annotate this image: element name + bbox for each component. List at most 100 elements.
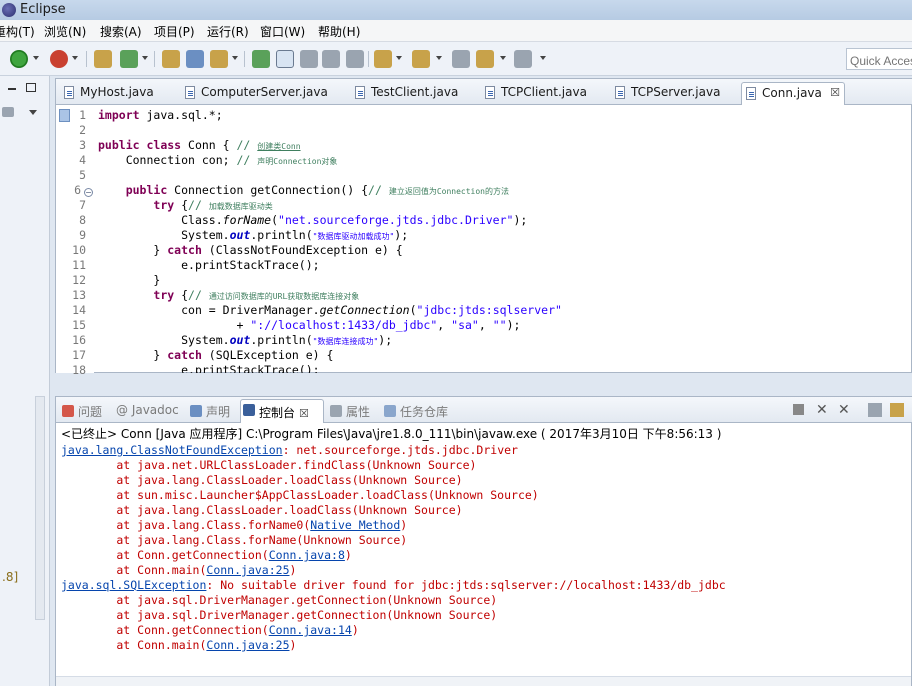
menu-window[interactable]: 窗口(W) — [260, 23, 305, 40]
line-number: 7 — [79, 198, 86, 212]
show-whitespace-icon[interactable] — [322, 50, 340, 68]
last-edit-icon[interactable] — [452, 50, 470, 68]
menu-navigate[interactable]: 浏览(N) — [44, 23, 86, 40]
new-dropdown-icon[interactable] — [142, 56, 148, 60]
remove-all-launches-icon[interactable]: ✕ — [838, 403, 852, 417]
close-icon[interactable]: ☒ — [830, 86, 840, 99]
source-link[interactable]: Conn.java:25 — [206, 563, 289, 577]
source-link[interactable]: Conn.java:8 — [269, 548, 345, 562]
search-dropdown-icon[interactable] — [232, 56, 238, 60]
maximize-icon[interactable] — [26, 83, 36, 92]
clear-console-icon[interactable] — [868, 403, 882, 417]
left-partial-text: .8] — [2, 570, 19, 584]
console-line: at java.lang.Class.forName0(Native Metho… — [61, 518, 408, 532]
new-class-icon[interactable] — [120, 50, 138, 68]
code-area[interactable]: import java.sql.*; public class Conn { /… — [94, 106, 912, 373]
menu-refactor[interactable]: 重构(T) — [0, 23, 35, 40]
line-number: 14 — [72, 303, 86, 317]
title-bar: Eclipse — [0, 0, 912, 20]
main-toolbar — [0, 42, 912, 76]
menu-project[interactable]: 项目(P) — [154, 23, 195, 40]
tab-myhost[interactable]: MyHost.java — [60, 82, 154, 105]
run-dropdown-icon[interactable] — [33, 56, 39, 60]
menu-help[interactable]: 帮助(H) — [318, 23, 360, 40]
console-line: at java.lang.ClassLoader.loadClass(Unkno… — [61, 473, 463, 487]
block-selection-icon[interactable] — [300, 50, 318, 68]
run-icon[interactable] — [10, 50, 28, 68]
exception-link[interactable]: java.lang.ClassNotFoundException — [61, 443, 283, 457]
terminate-icon[interactable] — [793, 404, 804, 415]
remove-launch-icon[interactable]: ✕ — [816, 403, 830, 417]
line-number: 8 — [79, 213, 86, 227]
declaration-icon — [190, 405, 202, 417]
line-number: 9 — [79, 228, 86, 242]
source-link[interactable]: Conn.java:25 — [206, 638, 289, 652]
tab-tcpclient[interactable]: TCPClient.java — [481, 82, 587, 105]
scroll-lock-icon[interactable] — [890, 403, 904, 417]
tab-properties[interactable]: 属性 — [328, 401, 370, 423]
minimize-icon[interactable] — [8, 88, 16, 90]
new-package-icon[interactable] — [94, 50, 112, 68]
java-file-icon — [615, 86, 625, 99]
fold-toggle-icon[interactable]: − — [84, 188, 93, 197]
mark-occurrences-icon[interactable] — [276, 50, 294, 68]
tab-conn[interactable]: Conn.java ☒ — [741, 82, 845, 105]
tab-declaration[interactable]: 声明 — [188, 401, 230, 423]
quick-access-input[interactable] — [846, 48, 912, 70]
previous-annotation-dropdown-icon[interactable] — [436, 56, 442, 60]
code-line-9: System.out.println("数据库驱动加载成功"); — [181, 228, 409, 242]
line-number: 17 — [72, 348, 86, 362]
next-annotation-icon[interactable] — [374, 50, 392, 68]
back-icon[interactable] — [476, 50, 494, 68]
tab-testclient[interactable]: TestClient.java — [351, 82, 458, 105]
chevron-down-icon[interactable] — [29, 110, 37, 115]
source-link[interactable]: Conn.java:14 — [269, 623, 352, 637]
console-line: at sun.misc.Launcher$AppClassLoader.load… — [61, 488, 539, 502]
forward-dropdown-icon[interactable] — [540, 56, 546, 60]
toggle-breadcrumb-icon[interactable] — [252, 50, 270, 68]
menu-run[interactable]: 运行(R) — [207, 23, 249, 40]
search-tool-icon[interactable] — [210, 50, 228, 68]
console-output[interactable]: java.lang.ClassNotFoundException: net.so… — [61, 443, 911, 675]
debug-icon[interactable] — [50, 50, 68, 68]
console-line: at java.lang.Class.forName(Unknown Sourc… — [61, 533, 408, 547]
line-number-gutter: 1 2 3 4 5 6 7 8 9 10 11 12 13 14 15 16 1… — [56, 106, 94, 377]
console-horizontal-scrollbar[interactable] — [56, 676, 911, 686]
exception-link[interactable]: java.sql.SQLException — [61, 578, 206, 592]
menu-search[interactable]: 搜索(A) — [100, 23, 142, 40]
back-dropdown-icon[interactable] — [500, 56, 506, 60]
line-number: 3 — [79, 138, 86, 152]
code-line-11: e.printStackTrace(); — [181, 258, 320, 272]
source-link[interactable]: Native Method — [310, 518, 400, 532]
console-line: at java.sql.DriverManager.getConnection(… — [61, 593, 498, 607]
open-type-icon[interactable] — [162, 50, 180, 68]
line-number: 18 — [72, 363, 86, 377]
console-line: java.sql.SQLException: No suitable drive… — [61, 578, 726, 592]
previous-annotation-icon[interactable] — [412, 50, 430, 68]
forward-icon[interactable] — [514, 50, 532, 68]
code-line-7: try {// 加载数据库驱动类 — [153, 198, 273, 212]
tab-computerserver[interactable]: ComputerServer.java — [181, 82, 328, 105]
debug-dropdown-icon[interactable] — [72, 56, 78, 60]
view-menu-icon[interactable] — [2, 107, 14, 117]
close-icon[interactable]: ☒ — [299, 407, 309, 420]
code-line-18: e.printStackTrace(); — [181, 363, 320, 373]
console-line: at java.net.URLClassLoader.findClass(Unk… — [61, 458, 477, 472]
java-file-icon — [746, 87, 756, 100]
tab-problems[interactable]: 问题 — [60, 401, 102, 423]
line-number: 6 — [74, 183, 81, 197]
left-view-strip: .8] — [0, 76, 50, 686]
tab-javadoc[interactable]: @ Javadoc — [98, 401, 179, 423]
code-line-16: System.out.println("数据库连接成功"); — [181, 333, 393, 347]
pilcrow-icon[interactable] — [346, 50, 364, 68]
open-task-icon[interactable] — [186, 50, 204, 68]
tab-console[interactable]: 控制台 ☒ — [240, 399, 324, 423]
panel-tab-bar: 问题 @ Javadoc 声明 控制台 ☒ 属性 任务仓库 ✕ ✕ — [56, 397, 912, 423]
code-line-15: + "://localhost:1433/db_jdbc", "sa", "")… — [236, 318, 521, 332]
java-file-icon — [185, 86, 195, 99]
left-scrollbar[interactable] — [35, 396, 45, 620]
next-annotation-dropdown-icon[interactable] — [396, 56, 402, 60]
tab-tcpserver[interactable]: TCPServer.java — [611, 82, 720, 105]
tab-task-repositories[interactable]: 任务仓库 — [382, 401, 448, 423]
console-icon — [243, 404, 255, 416]
